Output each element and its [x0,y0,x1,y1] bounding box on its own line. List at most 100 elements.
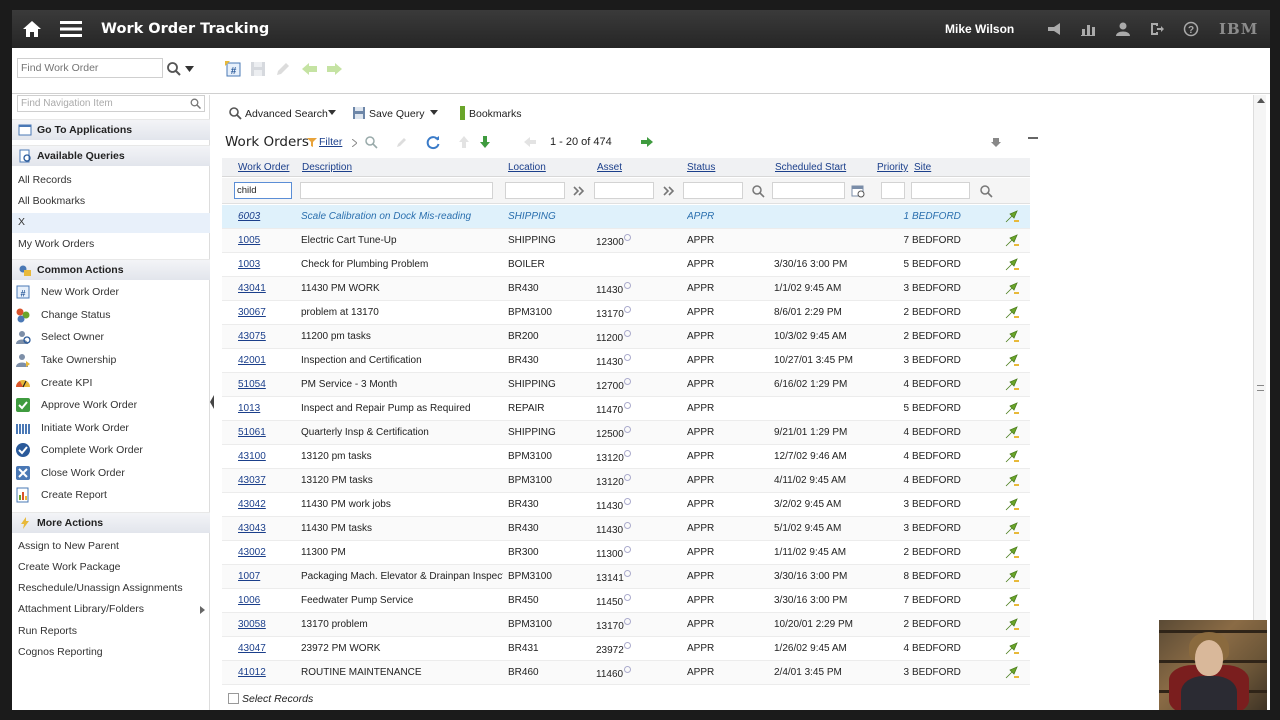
column-header-description[interactable]: Description [302,162,352,173]
asset-info-icon[interactable] [624,642,631,649]
asset-info-icon[interactable] [624,618,631,625]
download-arrow-icon[interactable] [478,135,492,149]
filter-link[interactable]: Filter [319,136,342,148]
asset-info-icon[interactable] [624,282,631,289]
route-workflow-icon[interactable] [1004,401,1021,416]
action-initiate-work-order[interactable]: Initiate Work Order [12,419,210,439]
query-all-bookmarks[interactable]: All Bookmarks [12,192,210,212]
cell-work-order[interactable]: 1003 [238,259,296,270]
double-chevron-right-icon[interactable] [572,184,586,198]
cell-work-order[interactable]: 43002 [238,547,296,558]
previous-page-icon[interactable] [523,135,537,149]
chevron-down-icon[interactable] [328,110,336,115]
cell-work-order[interactable]: 1006 [238,595,296,606]
cell-work-order[interactable]: 43037 [238,475,296,486]
scroll-up-arrow-icon[interactable] [1257,98,1265,103]
asset-info-icon[interactable] [624,546,631,553]
query-x[interactable]: X [12,213,210,233]
sign-out-icon[interactable] [1149,21,1165,37]
common-actions-header[interactable]: Common Actions [12,259,210,280]
asset-info-icon[interactable] [624,426,631,433]
cell-work-order[interactable]: 51061 [238,427,296,438]
column-header-work-order[interactable]: Work Order [238,162,290,173]
cell-work-order[interactable]: 30067 [238,307,296,318]
action-create-report[interactable]: Create Report [12,486,210,506]
cell-work-order[interactable]: 43047 [238,643,296,654]
action-take-ownership[interactable]: Take Ownership [12,351,210,371]
cell-work-order[interactable]: 30058 [238,619,296,630]
more-assign-to-new-parent[interactable]: Assign to New Parent [12,537,210,557]
chevron-down-icon[interactable] [430,110,438,115]
more-reschedule-unassign[interactable]: Reschedule/Unassign Assignments [12,579,210,599]
action-complete-work-order[interactable]: Complete Work Order [12,441,210,461]
cell-work-order[interactable]: 6003 [238,211,296,222]
asset-info-icon[interactable] [624,570,631,577]
route-workflow-icon[interactable] [1004,545,1021,560]
profile-person-icon[interactable] [1115,21,1131,37]
search-icon[interactable] [190,98,201,109]
scroll-thumb-grip[interactable] [1257,385,1264,391]
bulletin-megaphone-icon[interactable] [1046,21,1062,37]
action-select-owner[interactable]: Select Owner [12,328,210,348]
table-row[interactable]: 43037 13120 PM tasks BPM3100 13120 APPR 4/11/… [222,469,1030,493]
download-up-arrow-icon[interactable] [457,135,471,149]
find-icon[interactable] [364,135,378,149]
route-workflow-icon[interactable] [1004,425,1021,440]
column-header-site[interactable]: Site [914,162,931,173]
route-workflow-icon[interactable] [1004,641,1021,656]
table-row[interactable]: 1005 Electric Cart Tune-Up SHIPPING 12300 AP… [222,229,1030,253]
asset-info-icon[interactable] [624,234,631,241]
table-row[interactable]: 43043 11430 PM tasks BR430 11430 APPR 5/1/02 … [222,517,1030,541]
query-my-work-orders[interactable]: My Work Orders [12,235,210,255]
asset-info-icon[interactable] [624,450,631,457]
hamburger-menu-icon[interactable] [60,20,82,38]
asset-info-icon[interactable] [624,330,631,337]
download-table-icon[interactable] [990,136,1002,148]
route-workflow-icon[interactable] [1004,617,1021,632]
table-row[interactable]: 43042 11430 PM work jobs BR430 11430 APPR 3/2… [222,493,1030,517]
action-close-work-order[interactable]: Close Work Order [12,464,210,484]
cell-work-order[interactable]: 43100 [238,451,296,462]
calendar-icon[interactable] [851,184,865,198]
asset-info-icon[interactable] [624,474,631,481]
action-new-work-order[interactable]: # New Work Order [12,283,210,303]
next-record-arrow-icon[interactable] [325,60,343,78]
description-filter-input[interactable] [300,182,493,199]
asset-info-icon[interactable] [624,402,631,409]
search-icon[interactable] [751,184,765,198]
work-order-filter-input[interactable] [234,182,292,199]
available-queries-header[interactable]: Available Queries [12,145,210,166]
table-row[interactable]: 1007 Packaging Mach. Elevator & Drainpan … [222,565,1030,589]
more-cognos-reporting[interactable]: Cognos Reporting [12,643,210,663]
route-workflow-icon[interactable] [1004,377,1021,392]
column-header-location[interactable]: Location [508,162,546,173]
route-workflow-icon[interactable] [1004,569,1021,584]
table-row[interactable]: 43100 13120 pm tasks BPM3100 13120 APPR 12/7/… [222,445,1030,469]
route-workflow-icon[interactable] [1004,353,1021,368]
priority-filter-input[interactable] [881,182,905,199]
route-workflow-icon[interactable] [1004,473,1021,488]
route-workflow-icon[interactable] [1004,329,1021,344]
column-header-status[interactable]: Status [687,162,715,173]
cell-work-order[interactable]: 43041 [238,283,296,294]
more-actions-header[interactable]: More Actions [12,512,210,533]
route-workflow-icon[interactable] [1004,233,1021,248]
asset-info-icon[interactable] [624,306,631,313]
table-row[interactable]: 43075 11200 pm tasks BR200 11200 APPR 10/3/02… [222,325,1030,349]
find-work-order-input[interactable] [17,58,163,78]
action-change-status[interactable]: Change Status [12,306,210,326]
more-create-work-package[interactable]: Create Work Package [12,558,210,578]
cell-work-order[interactable]: 51054 [238,379,296,390]
asset-info-icon[interactable] [624,378,631,385]
go-to-applications[interactable]: Go To Applications [12,119,210,140]
table-row[interactable]: 43041 11430 PM WORK BR430 11430 APPR 1/1/02 9… [222,277,1030,301]
bookmarks-button[interactable]: Bookmarks [456,105,536,123]
more-attachment-library[interactable]: Attachment Library/Folders [12,600,210,620]
cell-work-order[interactable]: 1007 [238,571,296,582]
asset-info-icon[interactable] [624,354,631,361]
route-workflow-icon[interactable] [1004,449,1021,464]
asset-info-icon[interactable] [624,522,631,529]
save-icon[interactable] [249,60,267,78]
cell-work-order[interactable]: 43042 [238,499,296,510]
cell-work-order[interactable]: 1005 [238,235,296,246]
